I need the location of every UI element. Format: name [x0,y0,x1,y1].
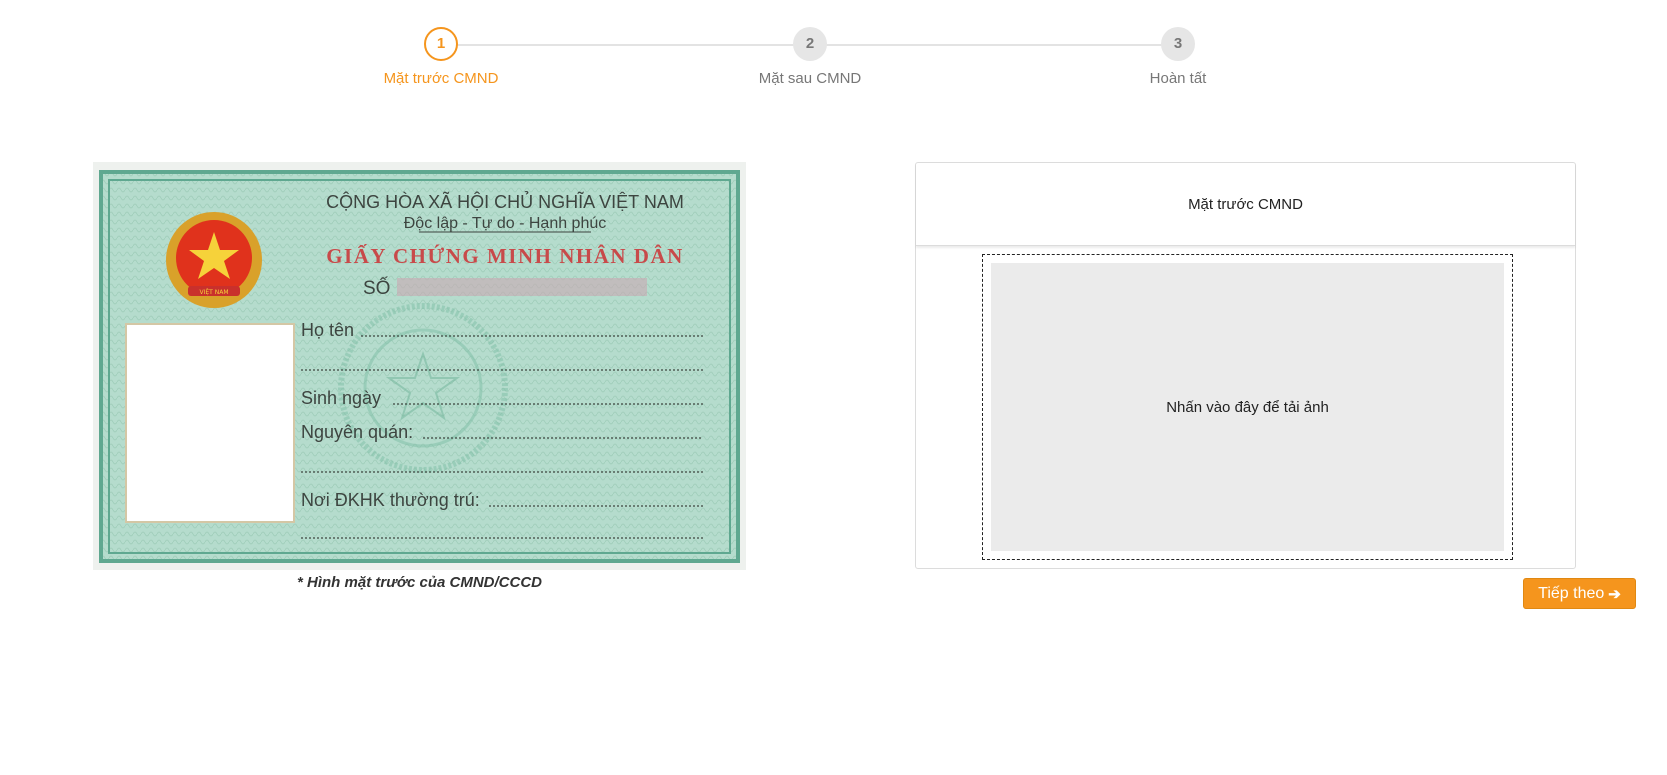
step-label: Mặt trước CMND [383,70,499,87]
card-number-label: SỐ [363,277,390,299]
step-back-id: 2 Mặt sau CMND [710,27,910,87]
step-label: Mặt sau CMND [758,70,862,87]
card-number-redacted [397,278,647,296]
card-field-name: Họ tên [301,320,354,340]
card-field-residence: Nơi ĐKHK thường trú: [301,490,480,510]
next-button[interactable]: Tiếp theo ➔ [1523,578,1636,609]
sample-id-card-front: VIỆT NAM CỘNG HÒA XÃ HỘI CHỦ NGHĨA VIỆT … [93,162,746,570]
upload-prompt[interactable]: Nhấn vào đây để tải ảnh [991,263,1504,551]
step-number-circle: 2 [793,27,827,61]
card-header-republic: CỘNG HÒA XÃ HỘI CHỦ NGHĨA VIỆT NAM [326,191,684,212]
step-label: Hoàn tất [1149,70,1207,87]
step-front-id: 1 Mặt trước CMND [341,27,541,87]
arrow-right-icon: ➔ [1608,585,1621,603]
image-upload-dropzone[interactable]: Nhấn vào đây để tải ảnh [982,254,1513,560]
sample-card-caption: * Hình mặt trước của CMND/CCCD [297,574,542,591]
national-emblem-icon: VIỆT NAM [166,212,262,308]
next-button-label: Tiếp theo [1538,584,1605,602]
step-number-circle: 1 [424,27,458,61]
svg-text:VIỆT NAM: VIỆT NAM [199,288,228,296]
upload-prompt-text: Nhấn vào đây để tải ảnh [1166,398,1329,416]
card-title: GIẤY CHỨNG MINH NHÂN DÂN [326,244,684,268]
card-field-dob: Sinh ngày [301,388,381,408]
upload-panel-title: Mặt trước CMND [916,163,1575,246]
card-field-origin: Nguyên quán: [301,422,413,442]
step-number-circle: 3 [1161,27,1195,61]
step-complete: 3 Hoàn tất [1078,27,1278,87]
progress-stepper: 1 Mặt trước CMND 2 Mặt sau CMND 3 Hoàn t… [0,0,1667,100]
upload-panel: Mặt trước CMND Nhấn vào đây để tải ảnh [915,162,1576,569]
card-photo-placeholder [125,323,295,523]
card-header-motto: Độc lập - Tự do - Hạnh phúc [404,215,607,232]
